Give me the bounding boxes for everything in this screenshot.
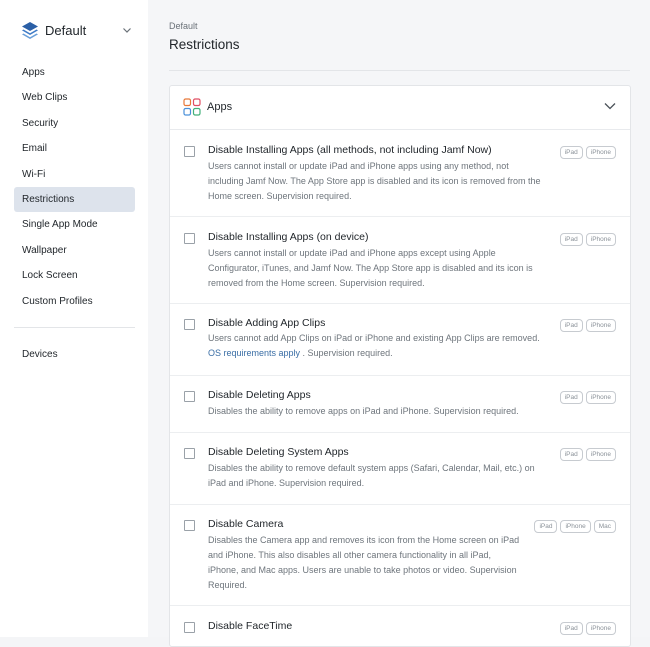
description-line: Users cannot install or update iPad and … <box>208 161 509 171</box>
platform-tag-ipad: iPad <box>559 622 583 635</box>
layers-icon <box>22 22 38 39</box>
platform-tags: iPad iPhone <box>559 622 616 635</box>
restriction-row: Disable Deleting System Apps Disables th… <box>170 433 630 505</box>
restriction-checkbox[interactable] <box>184 319 195 330</box>
restriction-description: Disables the ability to remove default s… <box>208 461 553 491</box>
platform-tag-ipad: iPad <box>534 520 558 533</box>
description-line: Required. <box>208 580 248 590</box>
description-line: and iPhone. This also disables all other… <box>208 550 491 560</box>
description-line: Users cannot install or update iPad and … <box>208 248 496 258</box>
restriction-description: Users cannot install or update iPad and … <box>208 159 553 204</box>
restriction-row: Disable Adding App Clips Users cannot ad… <box>170 304 630 376</box>
title-divider <box>169 70 630 71</box>
app-grid-icon <box>183 98 201 116</box>
description-line: Users cannot add App Clips on iPad or iP… <box>208 333 540 343</box>
restriction-row: Disable Installing Apps (all methods, no… <box>170 130 630 217</box>
description-line: Disables the ability to remove default s… <box>208 463 535 473</box>
sidebar-item-wallpaper[interactable]: Wallpaper <box>14 238 135 263</box>
platform-tag-iphone: iPhone <box>585 319 616 332</box>
main-content: Default Restrictions Apps Disable Instal… <box>148 0 650 647</box>
restriction-title: Disable Deleting System Apps <box>208 446 349 458</box>
platform-tag-iphone: iPhone <box>560 520 591 533</box>
description-line: Disables the Camera app and removes its … <box>208 535 520 545</box>
restriction-title: Disable Deleting Apps <box>208 389 311 401</box>
platform-tag-ipad: iPad <box>559 146 583 159</box>
restriction-row: Disable Deleting Apps Disables the abili… <box>170 376 630 433</box>
platform-tag-ipad: iPad <box>559 233 583 246</box>
chevron-down-icon <box>123 28 131 33</box>
profile-switcher[interactable]: Default <box>20 19 132 41</box>
platform-tag-ipad: iPad <box>559 448 583 461</box>
platform-tags: iPad iPhone <box>559 233 616 246</box>
sidebar: Default Apps Web Clips Security Email Wi… <box>0 0 149 637</box>
description-line: Home screen. Supervision required. <box>208 191 352 201</box>
chevron-down-icon <box>604 103 616 110</box>
platform-tag-iphone: iPhone <box>585 622 616 635</box>
profile-name: Default <box>45 22 87 38</box>
description-line: iPhone, and Mac apps. Users are unable t… <box>208 565 517 575</box>
platform-tag-mac: Mac <box>593 520 616 533</box>
description-line: removed from the Home screen. Supervisio… <box>208 278 425 288</box>
platform-tags: iPad iPhone <box>559 146 616 159</box>
platform-tag-iphone: iPhone <box>585 233 616 246</box>
breadcrumb[interactable]: Default <box>169 21 198 31</box>
description-suffix: . Supervision required. <box>300 348 393 358</box>
restriction-checkbox[interactable] <box>184 391 195 402</box>
sidebar-item-custom-profiles[interactable]: Custom Profiles <box>14 289 135 314</box>
restriction-title: Disable Installing Apps (on device) <box>208 231 369 243</box>
sidebar-item-security[interactable]: Security <box>14 111 135 136</box>
platform-tag-iphone: iPhone <box>585 391 616 404</box>
description-line: Disables the ability to remove apps on i… <box>208 406 519 416</box>
apps-section-card: Apps Disable Installing Apps (all method… <box>169 85 631 647</box>
restriction-title: Disable Camera <box>208 518 284 530</box>
platform-tag-iphone: iPhone <box>585 146 616 159</box>
restriction-title: Disable Installing Apps (all methods, no… <box>208 144 492 156</box>
platform-tags: iPad iPhone Mac <box>534 520 616 533</box>
restriction-row: Disable FaceTime iPad iPhone <box>170 606 630 646</box>
apps-section-header[interactable]: Apps <box>170 86 630 130</box>
description-line: including Jamf Now. The App Store app is… <box>208 176 541 186</box>
sidebar-item-email[interactable]: Email <box>14 136 135 161</box>
description-line: iPad and iPhone. Supervision required. <box>208 478 365 488</box>
sidebar-item-lock-screen[interactable]: Lock Screen <box>14 263 135 288</box>
sidebar-item-single-app-mode[interactable]: Single App Mode <box>14 212 135 237</box>
restriction-description: Users cannot add App Clips on iPad or iP… <box>208 331 553 361</box>
platform-tag-ipad: iPad <box>559 319 583 332</box>
os-requirements-link[interactable]: OS requirements apply <box>208 348 300 358</box>
restriction-checkbox[interactable] <box>184 146 195 157</box>
restriction-checkbox[interactable] <box>184 233 195 244</box>
platform-tags: iPad iPhone <box>559 448 616 461</box>
restriction-row: Disable Camera Disables the Camera app a… <box>170 505 630 606</box>
restriction-title: Disable FaceTime <box>208 620 293 632</box>
restriction-description: Disables the ability to remove apps on i… <box>208 404 553 419</box>
sidebar-item-web-clips[interactable]: Web Clips <box>14 85 135 110</box>
restriction-checkbox[interactable] <box>184 622 195 633</box>
section-title: Apps <box>207 101 233 113</box>
restriction-checkbox[interactable] <box>184 520 195 531</box>
sidebar-item-devices[interactable]: Devices <box>22 342 58 367</box>
platform-tag-ipad: iPad <box>559 391 583 404</box>
description-line: OS requirements apply . Supervision requ… <box>208 346 553 361</box>
platform-tags: iPad iPhone <box>559 391 616 404</box>
restriction-description: Disables the Camera app and removes its … <box>208 533 528 593</box>
sidebar-item-restrictions[interactable]: Restrictions <box>14 186 135 213</box>
sidebar-nav: Apps Web Clips Security Email Wi-Fi Rest… <box>14 60 135 314</box>
sidebar-divider <box>14 327 135 328</box>
restriction-row: Disable Installing Apps (on device) User… <box>170 217 630 304</box>
platform-tags: iPad iPhone <box>559 319 616 332</box>
platform-tag-iphone: iPhone <box>585 448 616 461</box>
restriction-description: Users cannot install or update iPad and … <box>208 246 553 291</box>
page-title: Restrictions <box>169 37 240 52</box>
sidebar-item-wifi[interactable]: Wi-Fi <box>14 162 135 187</box>
sidebar-item-apps[interactable]: Apps <box>14 60 135 85</box>
description-line: Configurator, iTunes, and Jamf Now. The … <box>208 263 533 273</box>
restriction-title: Disable Adding App Clips <box>208 317 326 329</box>
restriction-checkbox[interactable] <box>184 448 195 459</box>
